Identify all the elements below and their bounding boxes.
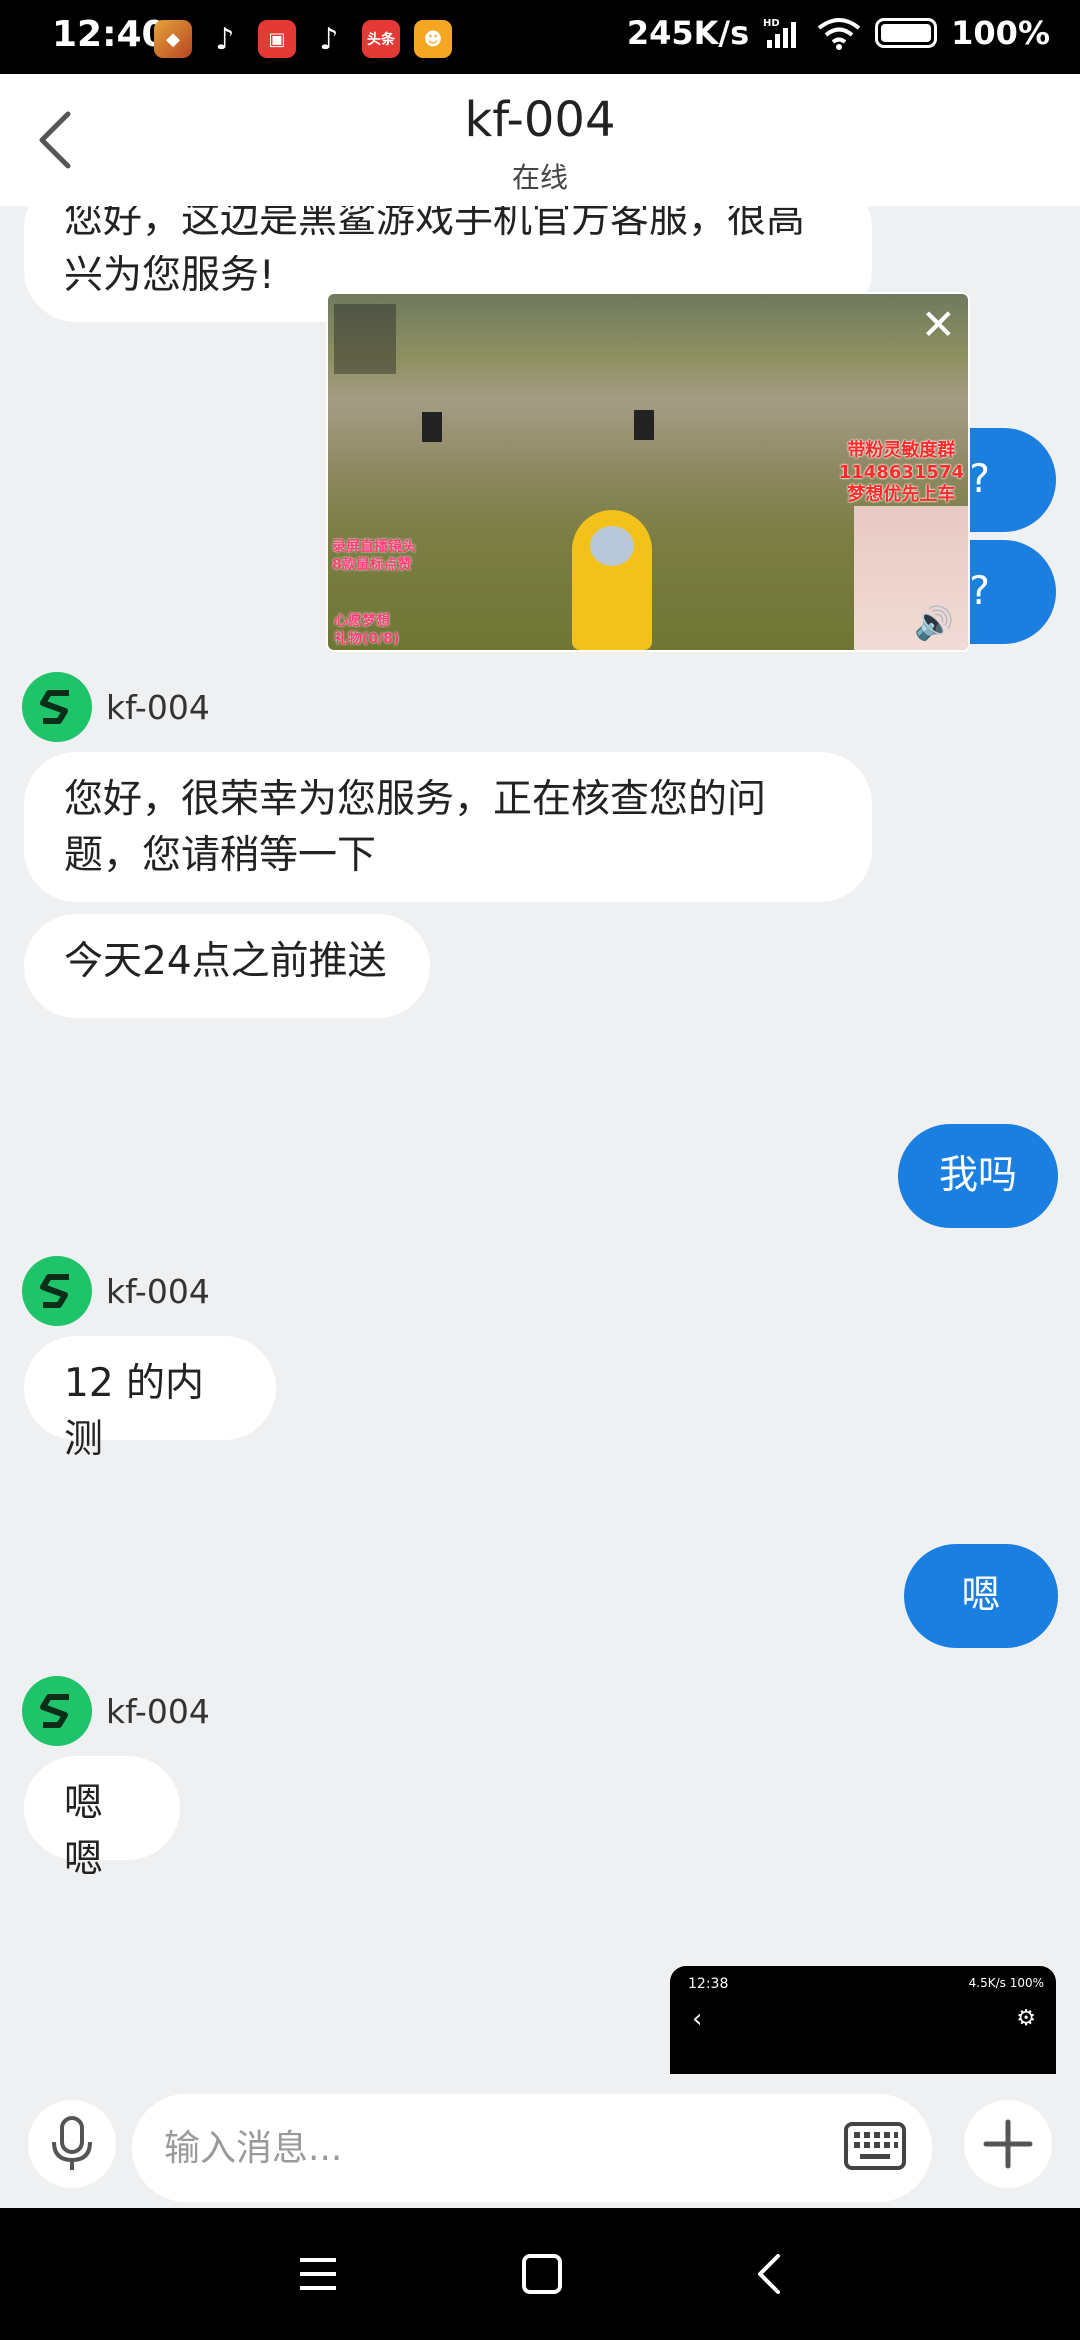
voice-button[interactable] <box>28 2100 116 2188</box>
brand-s-icon <box>40 1274 69 1308</box>
hd-label: HD <box>763 18 780 29</box>
mini-status: 4.5K/s 100% <box>968 1976 1044 1990</box>
message-bubble-agent: 您好，很荣幸为您服务，正在核查您的问题，您请稍等一下 <box>24 752 872 902</box>
message-text: ? <box>969 457 990 502</box>
status-bar: 12:40 ◆ ♪ ▣ ♪ 头条 ☻ 245K/s HD 100% <box>0 0 1080 74</box>
game-character-face <box>590 526 634 566</box>
agent-header: kf-004 <box>22 672 210 742</box>
signal-icon: HD <box>763 18 797 48</box>
message-bubble-agent: 12 的内测 <box>24 1336 276 1462</box>
battery-icon <box>875 18 938 48</box>
video-overlay-dream: 心愿梦想 礼物(0/8) <box>334 612 399 648</box>
wifi-icon <box>817 18 861 50</box>
tiktok-icon: ♪ <box>206 20 244 58</box>
message-text: 12 的内测 <box>64 1361 205 1462</box>
overlay-line: 梦想优先上车 <box>847 484 956 505</box>
news-app-icon: 头条 <box>362 20 400 58</box>
message-input[interactable] <box>164 2118 764 2178</box>
message-text: 今天24点之前推送 <box>64 939 387 984</box>
agent-name: kf-004 <box>106 1691 210 1731</box>
floating-video-player[interactable]: 带粉灵敏度群 1148631574 梦想优先上车 录屏直播镜头 8款鼠标点赞 心… <box>326 292 970 652</box>
agent-header: kf-004 <box>22 1676 210 1746</box>
message-bubble-agent: 嗯嗯 <box>24 1756 180 1882</box>
message-bubble-me: 我吗 <box>898 1124 1058 1228</box>
add-button[interactable] <box>964 2100 1052 2188</box>
agent-name: kf-004 <box>106 1271 210 1311</box>
overlay-line: 1148631574 <box>838 462 964 483</box>
volume-icon[interactable]: 🔊 <box>914 604 954 642</box>
cat-app-icon: ☻ <box>414 20 452 58</box>
game-target <box>422 412 442 442</box>
battery-percent: 100% <box>951 14 1050 52</box>
video-overlay-pink: 录屏直播镜头 8款鼠标点赞 <box>332 538 416 574</box>
video-overlay-red: 带粉灵敏度群 1148631574 梦想优先上车 <box>839 440 964 506</box>
notification-icons: ◆ ♪ ▣ ♪ 头条 ☻ <box>154 20 452 58</box>
overlay-line: 心愿梦想 <box>334 613 390 629</box>
red-app-icon: ▣ <box>258 20 296 58</box>
message-text: 我吗 <box>938 1153 1017 1198</box>
message-text: 嗯 <box>961 1573 1001 1618</box>
chat-header: kf-004 在线 <box>0 74 1080 206</box>
brand-s-icon <box>40 1694 69 1728</box>
mini-time: 12:38 <box>688 1976 729 1992</box>
game-target <box>634 410 654 440</box>
online-status: 在线 <box>511 161 568 194</box>
agent-header: kf-004 <box>22 1256 210 1326</box>
status-right: 245K/s HD 100% <box>627 14 1050 52</box>
avatar <box>22 672 92 742</box>
input-bar <box>0 2094 1080 2208</box>
menu-icon[interactable] <box>292 2248 344 2300</box>
overlay-line: 8款鼠标点赞 <box>332 557 412 573</box>
game-app-icon: ◆ <box>154 20 192 58</box>
net-speed: 245K/s <box>626 14 750 52</box>
overlay-line: 礼物(0/8) <box>334 631 400 647</box>
chat-title: kf-004 <box>464 92 616 148</box>
home-icon[interactable] <box>516 2248 568 2300</box>
avatar <box>22 1676 92 1746</box>
message-text: 嗯嗯 <box>64 1781 104 1882</box>
brand-s-icon <box>40 690 69 724</box>
message-input-field[interactable] <box>132 2094 932 2202</box>
chevron-left-icon: ‹ <box>692 2004 703 2034</box>
avatar <box>22 1256 92 1326</box>
close-icon[interactable]: ✕ <box>921 300 956 349</box>
message-text: ? <box>969 569 990 614</box>
back-icon[interactable] <box>744 2248 796 2300</box>
overlay-line: 录屏直播镜头 <box>332 539 416 555</box>
message-bubble-me: 嗯 <box>904 1544 1058 1648</box>
system-nav-bar <box>0 2208 1080 2340</box>
gear-icon: ⚙ <box>1016 2006 1036 2031</box>
microphone-icon <box>52 2116 92 2170</box>
tiktok-icon: ♪ <box>310 20 348 58</box>
keyboard-icon[interactable] <box>844 2122 906 2172</box>
status-time: 12:40 <box>52 14 167 55</box>
overlay-line: 带粉灵敏度群 <box>847 440 956 461</box>
plus-icon <box>983 2119 1033 2169</box>
message-text: 您好，很荣幸为您服务，正在核查您的问题，您请稍等一下 <box>64 777 767 878</box>
screen-recording-preview[interactable]: 12:38 4.5K/s 100% ‹ ⚙ <box>670 1966 1056 2074</box>
message-bubble-agent: 今天24点之前推送 <box>24 914 430 1018</box>
game-hud <box>334 304 396 374</box>
agent-name: kf-004 <box>106 687 210 727</box>
message-text: 您好，这边是黑鲨游戏手机官方客服，很高兴为您服务! <box>64 197 806 298</box>
